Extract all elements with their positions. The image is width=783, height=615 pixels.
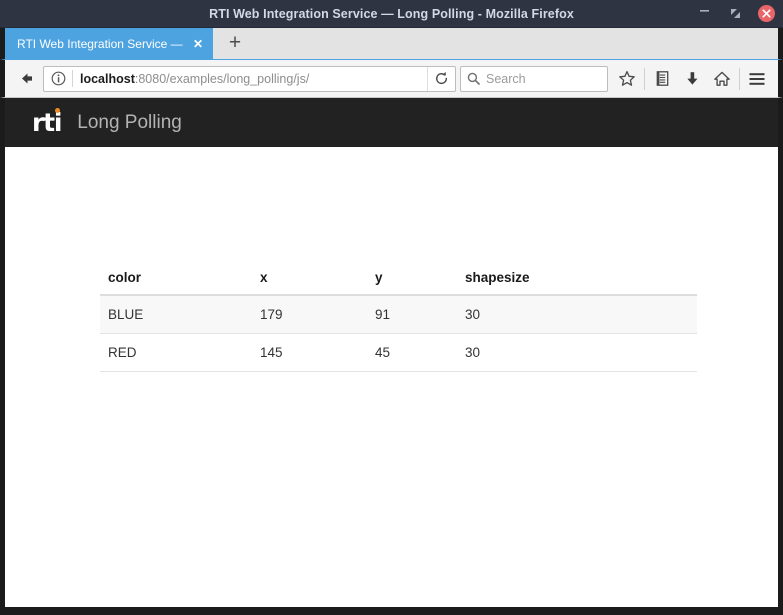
browser-tab-active[interactable]: RTI Web Integration Service — ✕ — [5, 28, 213, 59]
hamburger-menu-icon — [749, 72, 765, 85]
column-header-x: x — [252, 262, 367, 296]
tab-strip: RTI Web Integration Service — ✕ + — [0, 28, 783, 59]
reload-button[interactable] — [427, 66, 455, 91]
table-head: color x y shapesize — [100, 262, 697, 296]
url-host: localhost — [80, 71, 135, 86]
window-title: RTI Web Integration Service — Long Polli… — [209, 6, 574, 21]
maximize-button[interactable] — [727, 5, 744, 22]
cell-color: BLUE — [100, 295, 252, 334]
window-titlebar: RTI Web Integration Service — Long Polli… — [0, 0, 783, 28]
cell-y: 91 — [367, 295, 457, 334]
browser-window: RTI Web Integration Service — Long Polli… — [0, 0, 783, 615]
minimize-button[interactable] — [696, 5, 713, 22]
cell-x: 145 — [252, 333, 367, 372]
page-title: Long Polling — [77, 111, 182, 133]
menu-button[interactable] — [742, 64, 772, 94]
tab-close-icon[interactable]: ✕ — [191, 38, 205, 50]
library-icon — [656, 71, 668, 86]
search-icon — [467, 72, 480, 85]
downloads-button[interactable] — [677, 64, 707, 94]
library-button[interactable] — [647, 64, 677, 94]
rti-logo[interactable]: rti — [32, 108, 62, 135]
column-header-shapesize: shapesize — [457, 262, 697, 296]
tab-title: RTI Web Integration Service — — [17, 36, 183, 51]
back-arrow-icon — [21, 73, 32, 84]
star-icon — [619, 70, 635, 86]
shapes-table: color x y shapesize BLUE 179 91 30 RED 1… — [100, 262, 697, 372]
cell-x: 179 — [252, 295, 367, 334]
navigation-toolbar: localhost:8080/examples/long_polling/js/… — [0, 59, 783, 98]
shapes-table-container: color x y shapesize BLUE 179 91 30 RED 1… — [100, 262, 697, 372]
page-content: color x y shapesize BLUE 179 91 30 RED 1… — [5, 147, 778, 607]
site-identity-button[interactable] — [44, 67, 72, 91]
table-header-row: color x y shapesize — [100, 262, 697, 296]
url-path: :8080/examples/long_polling/js/ — [134, 71, 310, 86]
back-button[interactable] — [11, 64, 41, 94]
table-body: BLUE 179 91 30 RED 145 45 30 — [100, 295, 697, 372]
window-controls — [696, 5, 775, 22]
minimize-icon — [700, 10, 709, 12]
page-viewport: rti Long Polling color x y shapesize BLU… — [0, 98, 783, 615]
reload-icon — [436, 71, 448, 85]
site-header: rti Long Polling — [5, 98, 778, 147]
table-row: BLUE 179 91 30 — [100, 295, 697, 334]
column-header-y: y — [367, 262, 457, 296]
url-bar[interactable]: localhost:8080/examples/long_polling/js/ — [43, 65, 456, 92]
cell-color: RED — [100, 333, 252, 372]
maximize-icon — [731, 9, 740, 18]
close-icon — [762, 9, 771, 18]
home-button[interactable] — [707, 64, 737, 94]
download-icon — [686, 72, 697, 85]
url-input[interactable]: localhost:8080/examples/long_polling/js/ — [73, 72, 427, 86]
new-tab-button[interactable]: + — [213, 28, 257, 59]
search-input-placeholder[interactable]: Search — [486, 72, 526, 86]
table-row: RED 145 45 30 — [100, 333, 697, 372]
cell-shapesize: 30 — [457, 333, 697, 372]
close-button[interactable] — [758, 5, 775, 22]
info-icon — [51, 71, 65, 86]
cell-shapesize: 30 — [457, 295, 697, 334]
bookmark-button[interactable] — [612, 64, 642, 94]
search-bar[interactable]: Search — [460, 65, 608, 92]
column-header-color: color — [100, 262, 252, 296]
home-icon — [714, 71, 730, 86]
toolbar-divider-2 — [739, 67, 740, 90]
cell-y: 45 — [367, 333, 457, 372]
toolbar-divider — [644, 67, 645, 90]
